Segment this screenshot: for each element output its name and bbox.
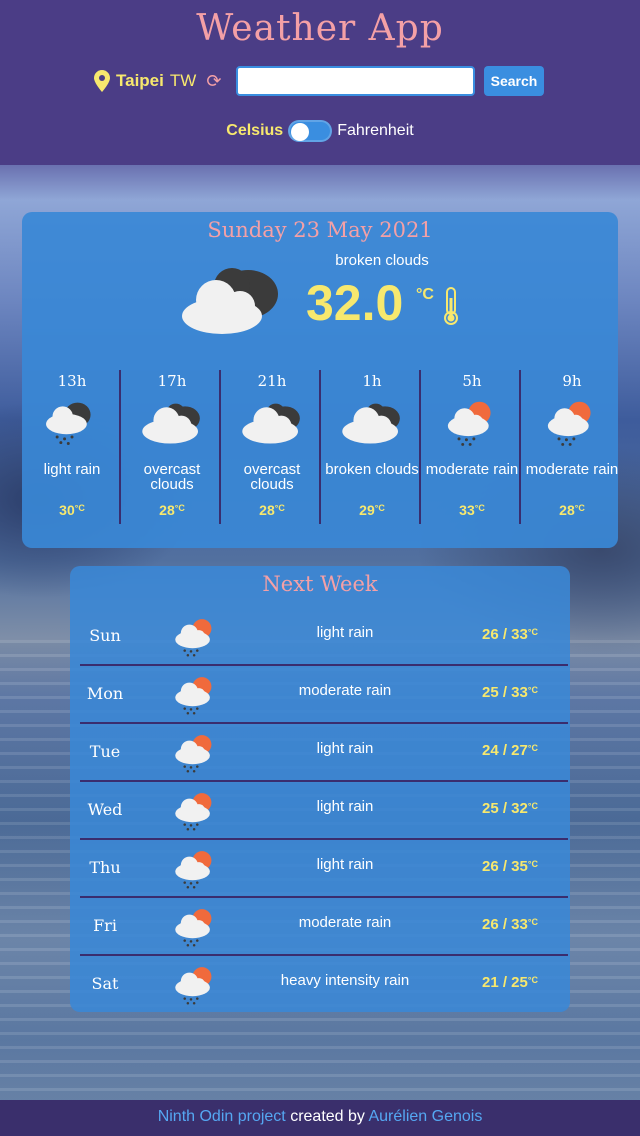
hour-divider [219, 370, 221, 524]
day-name: Sun [89, 626, 121, 645]
current-weather-card: Sunday 23 May 2021 broken clouds 32.0 °C… [22, 212, 618, 548]
next-week-card: Next Week Sun light rain 26 / 33°C Mon moder… [70, 566, 570, 1012]
broken-clouds-icon [182, 268, 278, 334]
day-name: Sat [91, 974, 119, 993]
hourly-item: 17h overcast clouds 28°C [122, 370, 222, 524]
toggle-knob [291, 123, 310, 141]
sun-rain-icon [175, 793, 212, 831]
day-name: Mon [86, 684, 124, 703]
hour-divider [319, 370, 321, 524]
refresh-icon[interactable]: ⟳ [206, 71, 221, 92]
hour-divider [119, 370, 121, 524]
day-temperature: 24 / 27°C [482, 742, 538, 759]
day-name: Wed [87, 800, 123, 819]
hour-temperature: 33°C [459, 502, 485, 518]
day-temperature: 25 / 32°C [482, 800, 538, 817]
current-date: Sunday 23 May 2021 [207, 218, 433, 242]
day-name: Tue [89, 742, 121, 761]
celsius-label: Celsius [226, 122, 284, 139]
hour-time: 17h [157, 372, 187, 390]
author-link[interactable]: Aurélien Genois [368, 1108, 482, 1125]
overcast-clouds-icon [142, 403, 200, 444]
current-unit: °C [416, 286, 434, 303]
hour-temperature: 29°C [359, 502, 385, 518]
unit-toggle-row: Celsius Fahrenheit [0, 120, 640, 142]
day-temperature: 26 / 33°C [482, 916, 538, 933]
day-description: heavy intensity rain [280, 972, 410, 989]
fahrenheit-label: Fahrenheit [337, 122, 414, 139]
hourly-item: 13h light rain 30°C [22, 370, 122, 524]
sun-rain-icon [175, 735, 212, 773]
day-row: Wed light rain 25 / 32°C [80, 784, 568, 840]
day-name: Fri [93, 916, 117, 935]
day-description: light rain [316, 740, 374, 757]
hour-description: overcast clouds [143, 461, 201, 493]
hour-description: light rain [43, 461, 101, 478]
project-link[interactable]: Ninth Odin project [158, 1108, 286, 1125]
day-description: moderate rain [298, 914, 392, 931]
day-row: Sun light rain 26 / 33°C [80, 610, 568, 666]
current-temperature: 32.0 [306, 275, 404, 331]
hourly-item: 1h broken clouds 29°C [322, 370, 422, 524]
hour-divider [519, 370, 521, 524]
hour-temperature: 28°C [559, 502, 585, 518]
hour-time: 13h [57, 372, 87, 390]
day-row: Sat heavy intensity rain 21 / 25°C [80, 958, 568, 1014]
day-temperature: 26 / 35°C [482, 858, 538, 875]
hour-description: moderate rain [425, 461, 519, 478]
hour-temperature: 28°C [159, 502, 185, 518]
location-country: TW [169, 71, 197, 90]
hourly-item: 21h overcast clouds 28°C [222, 370, 322, 524]
next-week-title: Next Week [262, 572, 378, 596]
day-description: moderate rain [298, 682, 392, 699]
app-title: Weather App [196, 8, 444, 49]
sun-rain-icon [175, 619, 212, 657]
location-row: Taipei TW ⟳ [94, 66, 221, 96]
hour-time: 9h [562, 372, 582, 390]
unit-toggle-switch[interactable] [288, 120, 333, 142]
sun-rain-icon [175, 967, 212, 1005]
broken-clouds-icon [342, 403, 400, 444]
hour-time: 1h [362, 372, 382, 390]
day-description: light rain [316, 798, 374, 815]
day-temperature: 21 / 25°C [482, 974, 538, 991]
sun-rain-icon [175, 851, 212, 889]
thermometer-icon [444, 287, 458, 325]
hour-description: moderate rain [525, 461, 619, 478]
day-row: Fri moderate rain 26 / 33°C [80, 900, 568, 956]
footer-created-by: created by [285, 1108, 369, 1125]
hour-time: 5h [462, 372, 482, 390]
search-input[interactable] [236, 66, 475, 96]
sun-rain-icon [447, 401, 491, 446]
location-pin-icon [94, 70, 110, 92]
hour-description: overcast clouds [243, 461, 301, 493]
current-description: broken clouds [335, 252, 429, 269]
hour-time: 21h [257, 372, 287, 390]
day-temperature: 25 / 33°C [482, 684, 538, 701]
day-name: Thu [89, 858, 121, 877]
day-row: Tue light rain 24 / 27°C [80, 726, 568, 782]
day-description: light rain [316, 624, 374, 641]
overcast-clouds-icon [242, 403, 300, 444]
sun-rain-icon [175, 677, 212, 715]
hour-temperature: 28°C [259, 502, 285, 518]
search-button[interactable]: Search [484, 66, 544, 96]
hourly-forecast: 13h light rain 30°C 17h overcast clouds 28°C 2… [22, 370, 618, 524]
sun-rain-icon [547, 401, 591, 446]
sun-rain-icon [175, 909, 212, 947]
day-temperature: 26 / 33°C [482, 626, 538, 643]
day-row: Mon moderate rain 25 / 33°C [80, 668, 568, 724]
hour-divider [419, 370, 421, 524]
rain-clouds-icon [46, 402, 91, 445]
location-city: Taipei [116, 71, 164, 90]
day-description: light rain [316, 856, 374, 873]
hour-description: broken clouds [325, 461, 419, 478]
hour-temperature: 30°C [59, 502, 85, 518]
day-row: Thu light rain 26 / 35°C [80, 842, 568, 898]
header: Weather App Taipei TW ⟳ Search Celsius F… [0, 0, 640, 165]
hourly-item: 5h moderate rain 33°C [422, 370, 522, 524]
footer: Ninth Odin project created by Aurélien G… [0, 1100, 640, 1136]
hourly-item: 9h moderate rain 28°C [522, 370, 622, 524]
